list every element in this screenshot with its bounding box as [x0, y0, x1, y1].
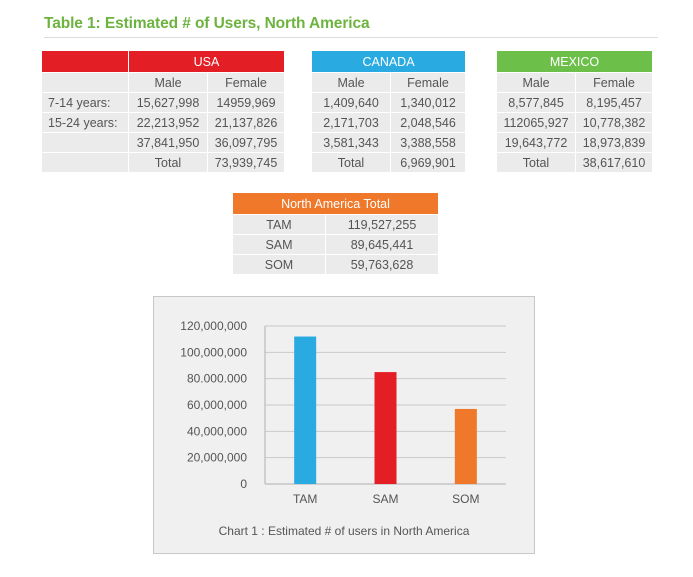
bar-sam [374, 372, 397, 484]
y-tick-label: 120,000,000 [180, 319, 247, 333]
usa-cell-total: 73,939,745 [208, 153, 285, 173]
usa-col-male: Male [129, 73, 208, 93]
canada-cell-male: 1,409,640 [312, 93, 391, 113]
mexico-cell-male: 112065,927 [497, 113, 576, 133]
y-tick-label: 80.000.000 [187, 372, 247, 386]
y-tick-label: 60,000,000 [187, 398, 247, 412]
usa-row-label: 15-24 years: [42, 113, 129, 133]
na-total-label: SOM [233, 255, 326, 275]
canada-cell-total: 6,969,901 [391, 153, 466, 173]
usa-row-label [42, 133, 129, 153]
usa-cell-female: 21,137,826 [208, 113, 285, 133]
mexico-cell-female: 8,195,457 [576, 93, 653, 113]
na-total-label: TAM [233, 215, 326, 235]
mexico-table: MEXICO Male Female 8,577,845 8,195,457 1… [497, 51, 653, 173]
canada-cell-female: 2,048,546 [391, 113, 466, 133]
x-tick-label: SAM [372, 492, 398, 506]
y-tick-label: 0 [240, 477, 247, 491]
bar-chart: 0 20,000,000 40,000,000 60,000,000 80.000.00… [180, 319, 506, 506]
y-tick-label: 40,000,000 [187, 424, 247, 438]
na-total-value: 59,763,628 [326, 255, 439, 275]
mexico-col-female: Female [576, 73, 653, 93]
usa-row-label [42, 153, 129, 173]
usa-cell-female: 36,097,795 [208, 133, 285, 153]
mexico-cell-female: 18,973,839 [576, 133, 653, 153]
y-tick-label: 20,000,000 [187, 451, 247, 465]
na-total-table: North America Total TAM 119,527,255 SAM … [233, 193, 439, 275]
canada-table: CANADA Male Female 1,409,640 1,340,012 2… [312, 51, 466, 173]
mexico-cell-female: 10,778,382 [576, 113, 653, 133]
canada-cell-female: 1,340,012 [391, 93, 466, 113]
usa-col-female: Female [208, 73, 285, 93]
canada-cell-male: 3,581,343 [312, 133, 391, 153]
na-total-value: 119,527,255 [326, 215, 439, 235]
usa-cell-male: 37,841,950 [129, 133, 208, 153]
mexico-cell-male: 19,643,772 [497, 133, 576, 153]
mexico-cell-total: 38,617,610 [576, 153, 653, 173]
mexico-cell-total-label: Total [497, 153, 576, 173]
chart-caption: Chart 1 : Estimated # of users in North … [218, 524, 470, 538]
na-total-value: 89,645,441 [326, 235, 439, 255]
bar-tam [294, 336, 317, 484]
x-tick-label: TAM [293, 492, 317, 506]
canada-col-female: Female [391, 73, 466, 93]
y-tick-label: 100,000,000 [180, 345, 247, 359]
title-divider [44, 37, 658, 38]
usa-cell-total-label: Total [129, 153, 208, 173]
usa-row-label: 7-14 years: [42, 93, 129, 113]
usa-cell-male: 22,213,952 [129, 113, 208, 133]
na-total-header: North America Total [233, 193, 439, 215]
canada-cell-female: 3,388,558 [391, 133, 466, 153]
usa-header-spacer [42, 51, 129, 73]
chart-frame: 0 20,000,000 40,000,000 60,000,000 80.000.00… [153, 296, 535, 554]
mexico-col-male: Male [497, 73, 576, 93]
canada-cell-male: 2,171,703 [312, 113, 391, 133]
x-tick-label: SOM [452, 492, 479, 506]
canada-col-male: Male [312, 73, 391, 93]
usa-header: USA [129, 51, 285, 73]
usa-table: USA Male Female 7-14 years: 15,627,998 1… [42, 51, 285, 173]
usa-cell-female: 14959,969 [208, 93, 285, 113]
canada-cell-total-label: Total [312, 153, 391, 173]
usa-corner-cell [42, 73, 129, 93]
bar-som [454, 408, 477, 484]
usa-cell-male: 15,627,998 [129, 93, 208, 113]
page-title: Table 1: Estimated # of Users, North Ame… [44, 15, 370, 32]
na-total-label: SAM [233, 235, 326, 255]
mexico-header: MEXICO [497, 51, 653, 73]
canada-header: CANADA [312, 51, 466, 73]
mexico-cell-male: 8,577,845 [497, 93, 576, 113]
